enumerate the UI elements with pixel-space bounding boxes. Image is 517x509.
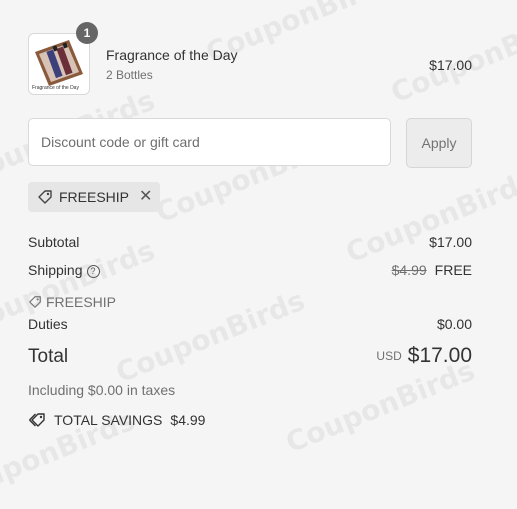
applied-discount-chip: FREESHIP ✕ bbox=[28, 182, 161, 212]
discount-code-input[interactable] bbox=[28, 118, 391, 166]
duties-value: $0.00 bbox=[436, 316, 472, 332]
product-variant: 2 Bottles bbox=[106, 68, 153, 82]
tag-icon bbox=[38, 190, 52, 204]
product-price: $17.00 bbox=[429, 57, 472, 73]
total-values: USD $17.00 bbox=[376, 344, 472, 368]
quantity-badge: 1 bbox=[76, 22, 98, 44]
discount-form: Apply bbox=[28, 118, 472, 170]
total-row: Total USD $17.00 bbox=[28, 344, 472, 382]
remove-discount-icon[interactable]: ✕ bbox=[139, 189, 152, 205]
shipping-values: $4.99 FREE bbox=[392, 262, 472, 278]
apply-button[interactable]: Apply bbox=[406, 118, 472, 168]
subtotal-value: $17.00 bbox=[429, 234, 472, 250]
cost-summary: Subtotal $17.00 Shipping? $4.99 FREE FREE… bbox=[28, 234, 472, 428]
total-value: $17.00 bbox=[407, 344, 472, 367]
product-name: Fragrance of the Day bbox=[106, 47, 238, 63]
total-savings-row: TOTAL SAVINGS $4.99 bbox=[28, 412, 472, 428]
tag-icon bbox=[29, 296, 41, 308]
savings-tag-icon bbox=[29, 413, 45, 427]
applied-discount-code: FREESHIP bbox=[59, 189, 130, 205]
duties-row: Duties $0.00 bbox=[28, 316, 472, 346]
subtotal-row: Subtotal $17.00 bbox=[28, 234, 472, 262]
shipping-value: FREE bbox=[434, 262, 472, 278]
duties-label: Duties bbox=[28, 316, 68, 332]
shipping-row: Shipping? $4.99 FREE bbox=[28, 262, 472, 288]
currency-code: USD bbox=[376, 349, 402, 363]
shipping-original-price: $4.99 bbox=[391, 262, 427, 278]
shipping-discount-code: FREESHIP bbox=[46, 294, 117, 310]
shipping-label: Shipping bbox=[28, 262, 83, 278]
order-summary: Fragrance of the Day 1 Fragrance of the … bbox=[28, 18, 472, 428]
total-label: Total bbox=[28, 346, 69, 367]
total-savings-value: $4.99 bbox=[170, 412, 206, 428]
thumbnail-caption: Fragrance of the Day bbox=[32, 85, 79, 91]
shipping-discount-row: FREESHIP bbox=[28, 288, 472, 316]
line-item: Fragrance of the Day 1 Fragrance of the … bbox=[28, 18, 472, 98]
tax-note: Including $0.00 in taxes bbox=[28, 382, 176, 398]
help-icon[interactable]: ? bbox=[86, 265, 100, 278]
total-savings-label: TOTAL SAVINGS bbox=[54, 412, 163, 428]
subtotal-label: Subtotal bbox=[28, 234, 80, 250]
